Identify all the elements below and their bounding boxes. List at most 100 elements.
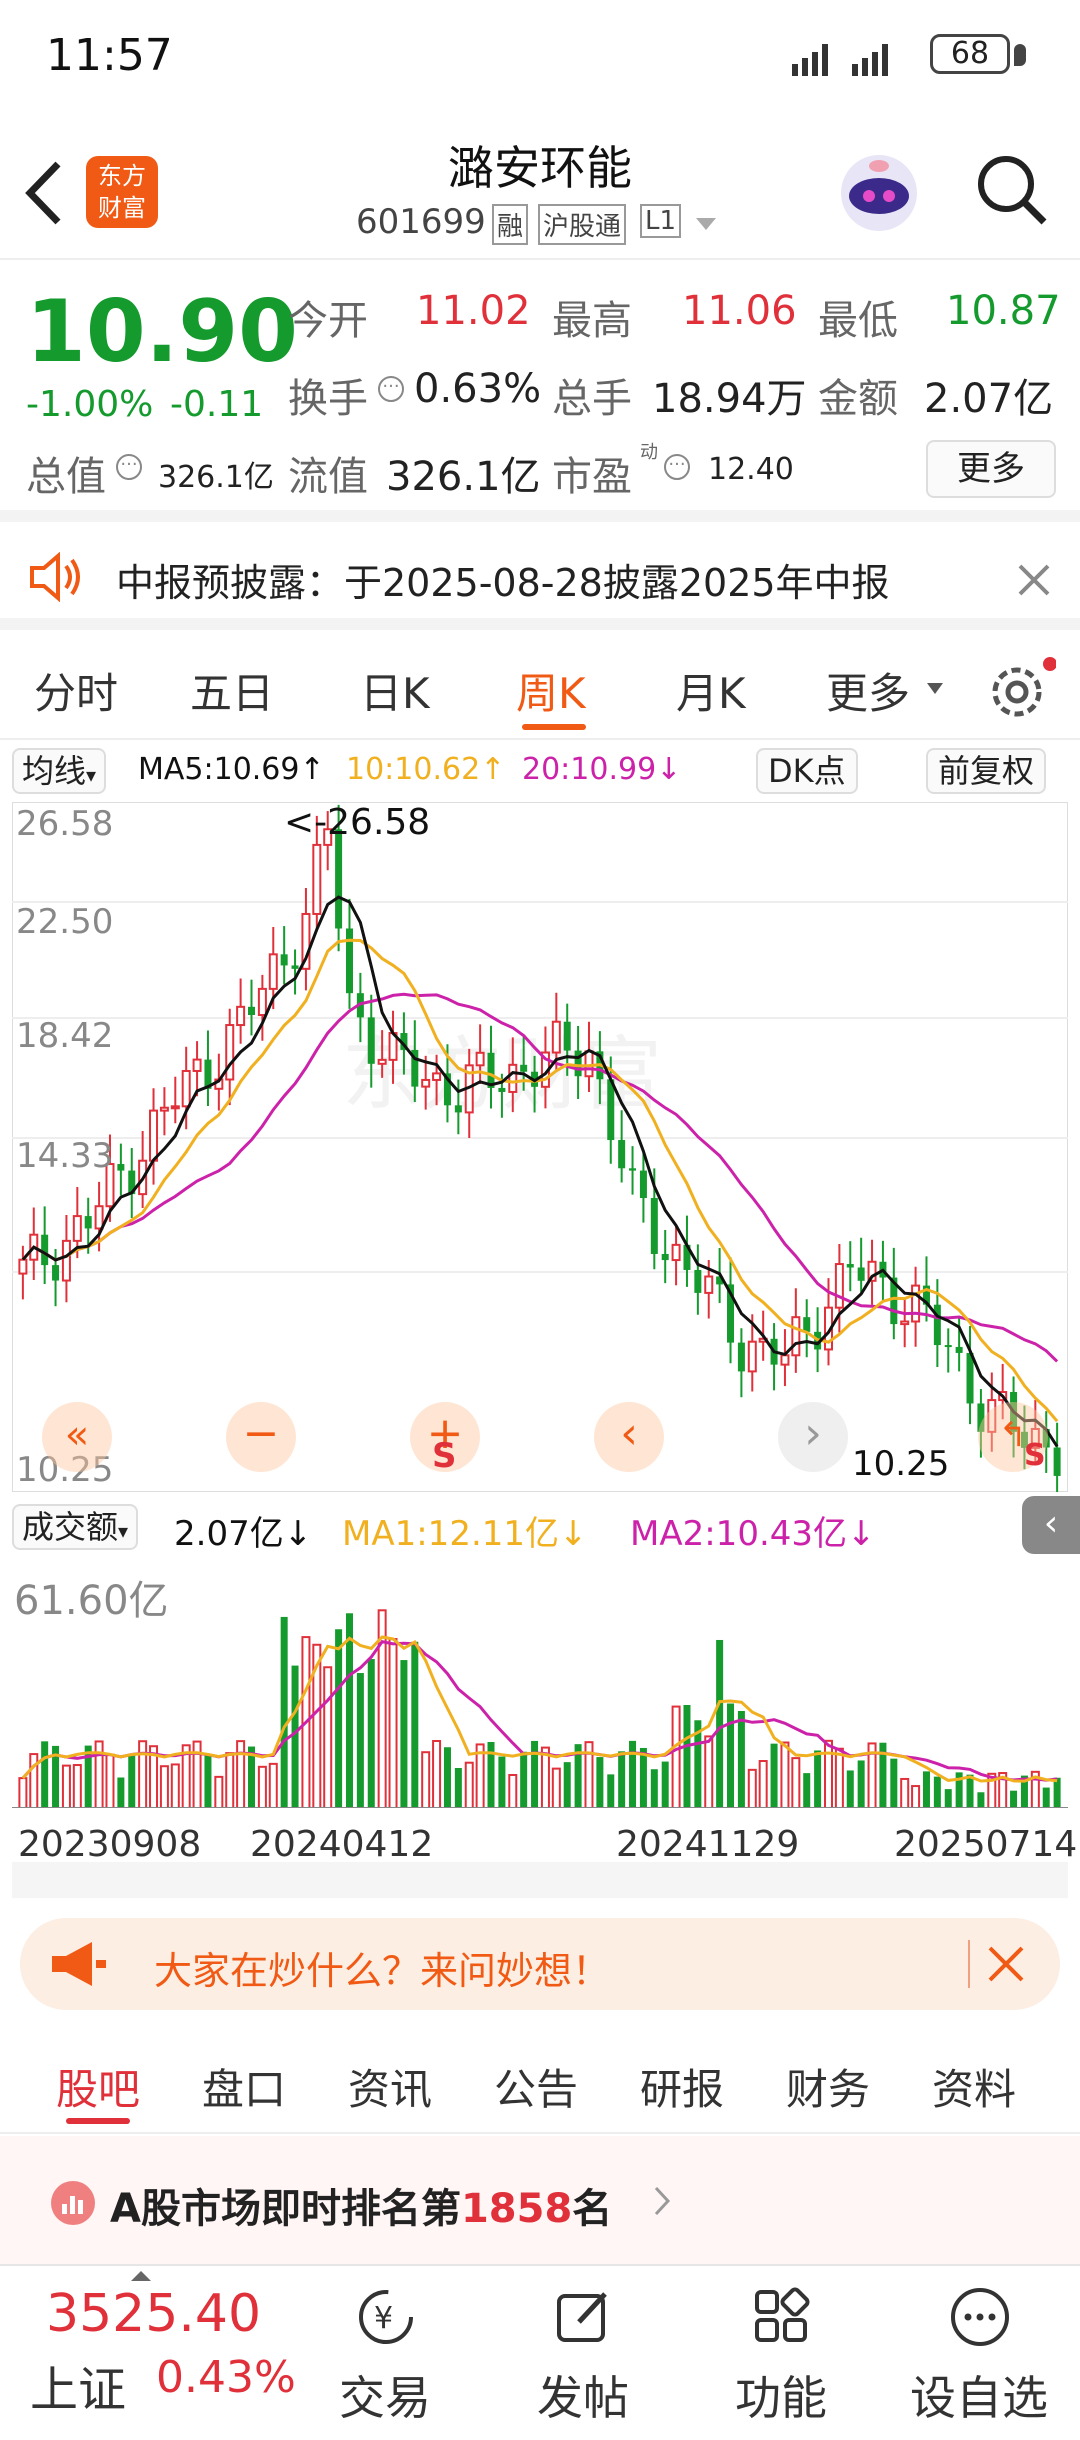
tab-announcements[interactable]: 公告 xyxy=(494,2056,578,2117)
nav-post[interactable]: 发帖 xyxy=(508,2266,658,2440)
signal-icon xyxy=(792,44,888,76)
date-label-1: 20230908 xyxy=(18,1824,202,1865)
volume-bar xyxy=(280,1616,288,1808)
search-icon[interactable] xyxy=(972,150,1052,230)
more-button[interactable]: 更多 xyxy=(926,440,1056,498)
speaker-icon xyxy=(30,552,80,602)
high-value: 11.06 xyxy=(682,288,797,334)
candle-body xyxy=(475,1051,485,1067)
nav-watchlist[interactable]: 设自选 xyxy=(904,2266,1054,2440)
candle-body xyxy=(857,1267,865,1281)
candle-body xyxy=(421,1078,431,1088)
notice-text: 中报预披露：于2025-08-28披露2025年中报 xyxy=(116,561,890,605)
tab-five-day[interactable]: 五日 xyxy=(190,660,274,721)
volume-bar xyxy=(29,1753,39,1808)
chevron-right-icon xyxy=(654,2186,671,2216)
zoom-out-button[interactable]: − xyxy=(226,1402,296,1472)
grid-icon xyxy=(755,2287,810,2342)
robot-avatar-icon[interactable] xyxy=(836,150,922,236)
tab-week-k[interactable]: 周K xyxy=(516,660,586,721)
candle-body xyxy=(312,843,322,915)
volume-indicator-select[interactable]: 成交额▾ xyxy=(12,1504,139,1550)
nav-functions[interactable]: 功能 xyxy=(706,2266,856,2440)
tab-research[interactable]: 研报 xyxy=(640,2056,724,2117)
status-bar: 11:57 68 xyxy=(0,0,1080,120)
candle-body xyxy=(650,1198,658,1254)
dropdown-icon[interactable] xyxy=(694,216,718,232)
rank-banner[interactable]: A股市场即时排名第1858名 xyxy=(0,2136,1080,2264)
badge-level: L1 xyxy=(640,204,682,238)
badge-margin: 融 xyxy=(492,204,529,245)
mktcap-label: 总值 xyxy=(26,454,106,500)
candle-body xyxy=(257,987,267,1017)
candle-body xyxy=(335,829,343,929)
scroll-right-button[interactable]: › xyxy=(778,1402,848,1472)
settings-icon[interactable] xyxy=(986,656,1056,726)
status-time: 11:57 xyxy=(46,30,173,81)
last-price: 10.90 xyxy=(26,282,299,382)
volume-bar xyxy=(520,1751,528,1808)
volume-bar xyxy=(890,1758,898,1808)
volume-bar xyxy=(551,1767,561,1808)
indicator-select[interactable]: 均线▾ xyxy=(12,748,107,794)
volume-bar xyxy=(834,1747,844,1808)
info-icon[interactable]: ··· xyxy=(116,454,142,480)
volume-bar xyxy=(236,1740,246,1808)
nav-trade[interactable]: ¥ 交易 xyxy=(310,2266,460,2440)
tab-day-k[interactable]: 日K xyxy=(360,660,430,721)
kline-chart[interactable]: 东方财富 26.58 22.50 18.42 14.33 10.25 <-26.… xyxy=(12,802,1068,1492)
candle-body xyxy=(248,1006,256,1016)
candle-body xyxy=(966,1352,974,1404)
close-icon[interactable] xyxy=(986,1944,1026,1984)
volume-bar xyxy=(1010,1790,1018,1808)
tab-profile[interactable]: 资料 xyxy=(932,2056,1016,2117)
adjust-select[interactable]: 前复权 xyxy=(926,748,1047,794)
candle-body xyxy=(41,1234,49,1266)
rank-number: 1858 xyxy=(460,2186,573,2232)
ask-divider xyxy=(968,1940,970,1988)
tab-news[interactable]: 资讯 xyxy=(348,2056,432,2117)
collapse-panel-button[interactable]: ‹ xyxy=(1022,1496,1080,1554)
quote-panel: 10.90 -1.00% -0.11 今开 11.02 最高 11.06 最低 … xyxy=(0,262,1080,522)
volume-bar xyxy=(629,1740,637,1808)
amount-value: 2.07亿 xyxy=(924,376,1054,422)
svg-text:¥: ¥ xyxy=(374,2301,393,2336)
edit-icon xyxy=(557,2292,607,2342)
dk-point-select[interactable]: DK点 xyxy=(756,748,858,794)
volume-chart[interactable]: 61.60亿 xyxy=(12,1558,1068,1808)
tab-financials[interactable]: 财务 xyxy=(786,2056,870,2117)
mktcap-value: 326.1亿 xyxy=(158,460,274,495)
volume-bar xyxy=(639,1747,647,1808)
tab-month-k[interactable]: 月K xyxy=(676,660,746,721)
candle-body xyxy=(280,954,288,966)
volume-bar xyxy=(498,1756,506,1808)
index-ticker[interactable]: 3525.40 上证 0.43% xyxy=(0,2266,300,2440)
tab-more[interactable]: 更多 xyxy=(826,660,910,721)
volume-bar xyxy=(388,1638,398,1808)
candle-body xyxy=(498,1087,506,1092)
active-subtab-indicator xyxy=(66,2118,130,2124)
chevron-up-icon xyxy=(131,2271,151,2281)
candle-body xyxy=(508,1063,518,1093)
scroll-left-button[interactable]: ‹ xyxy=(594,1402,664,1472)
candle-body xyxy=(236,1005,246,1027)
volume-bar xyxy=(454,1768,462,1808)
volume-bar xyxy=(716,1639,724,1808)
candle-body xyxy=(694,1269,702,1293)
scroll-left-fast-button[interactable]: « xyxy=(42,1402,112,1472)
tab-order-book[interactable]: 盘口 xyxy=(202,2056,286,2117)
content-tabs: 股吧 盘口 资讯 公告 研报 财务 资料 xyxy=(0,2030,1080,2134)
close-icon[interactable] xyxy=(1016,562,1052,598)
tab-minute[interactable]: 分时 xyxy=(34,660,118,721)
volume-value: 18.94万 xyxy=(652,376,807,422)
info-icon[interactable]: ··· xyxy=(378,376,404,402)
tab-guba[interactable]: 股吧 xyxy=(56,2056,140,2117)
ask-banner[interactable]: 大家在炒什么？来问妙想！ xyxy=(20,1918,1060,2010)
candle-body xyxy=(291,965,299,969)
candle-body xyxy=(225,1024,235,1081)
info-icon[interactable]: ··· xyxy=(664,454,690,480)
volume-bar xyxy=(727,1703,735,1808)
nav-watchlist-label: 设自选 xyxy=(910,2371,1048,2425)
volume-bar xyxy=(661,1761,669,1808)
notice-bar[interactable]: 中报预披露：于2025-08-28披露2025年中报 xyxy=(0,530,1080,630)
